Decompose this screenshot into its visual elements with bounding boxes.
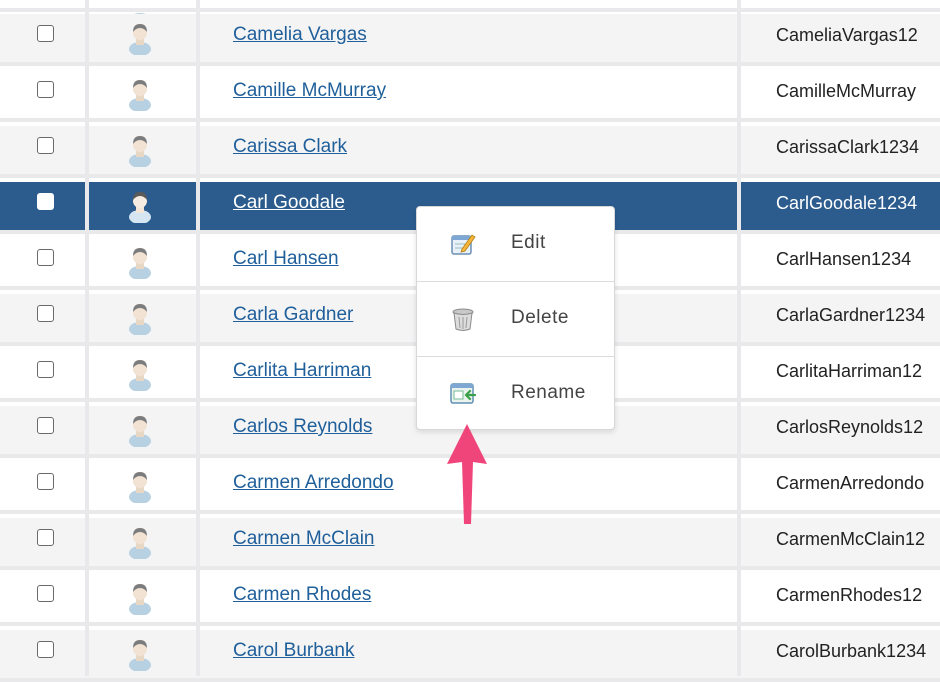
user-name-link[interactable]: Carmen McClain xyxy=(233,528,374,550)
user-avatar-icon xyxy=(129,472,151,503)
username-text: CarlaGardner1234 xyxy=(776,305,926,325)
user-name-link[interactable]: Carissa Clark xyxy=(233,136,347,158)
user-avatar-icon xyxy=(129,24,151,55)
context-menu: Edit Delete Rename xyxy=(416,206,615,430)
username-text: CarlHansen1234 xyxy=(776,249,912,269)
table-row[interactable]: Carol Burbank CarolBurbank1234 xyxy=(0,630,940,682)
row-checkbox[interactable] xyxy=(37,361,54,378)
username-text: CameliaVargas12 xyxy=(776,25,918,45)
user-avatar-icon xyxy=(129,304,151,335)
username-text: CarissaClark1234 xyxy=(776,137,920,157)
column-divider xyxy=(85,0,89,676)
trash-icon xyxy=(452,308,474,331)
table-row[interactable]: Camelia Vargas CameliaVargas12 xyxy=(0,14,940,66)
table-row[interactable] xyxy=(0,0,940,26)
column-divider xyxy=(737,0,741,676)
table-row[interactable]: Camille McMurray CamilleMcMurray xyxy=(0,70,940,122)
username-text: CarmenMcClain12 xyxy=(776,529,926,549)
column-divider xyxy=(196,0,200,676)
user-name-link[interactable]: Carl Hansen xyxy=(233,248,339,270)
user-name-link[interactable]: Carla Gardner xyxy=(233,304,353,326)
menu-item-label: Rename xyxy=(511,382,586,403)
menu-item-label: Delete xyxy=(511,307,569,328)
menu-item-label: Edit xyxy=(511,232,546,253)
row-checkbox[interactable] xyxy=(37,417,54,434)
row-checkbox[interactable] xyxy=(37,529,54,546)
user-name-link[interactable]: Camille McMurray xyxy=(233,80,386,102)
annotation-arrow-icon xyxy=(447,424,487,524)
user-name-link[interactable]: Carmen Rhodes xyxy=(233,584,371,606)
user-avatar-icon xyxy=(129,528,151,559)
menu-item-delete[interactable]: Delete xyxy=(417,281,614,356)
menu-item-edit[interactable]: Edit xyxy=(417,207,614,281)
username-text: CamilleMcMurray xyxy=(776,81,917,101)
username-text: CarmenArredondo xyxy=(776,473,925,493)
user-avatar-icon xyxy=(129,248,151,279)
row-checkbox[interactable] xyxy=(37,473,54,490)
user-avatar-icon xyxy=(129,192,151,223)
user-avatar-icon xyxy=(129,360,151,391)
row-checkbox[interactable] xyxy=(37,641,54,658)
username-text: CarolBurbank1234 xyxy=(776,641,927,661)
user-avatar-icon xyxy=(129,584,151,615)
row-checkbox[interactable] xyxy=(37,137,54,154)
row-checkbox[interactable] xyxy=(37,81,54,98)
user-avatar-icon xyxy=(129,80,151,111)
username-text: CarmenRhodes12 xyxy=(776,585,923,605)
edit-icon xyxy=(451,234,476,255)
row-checkbox[interactable] xyxy=(37,249,54,266)
user-avatar-icon xyxy=(129,416,151,447)
user-avatar-icon xyxy=(129,136,151,167)
username-text: CarlGoodale1234 xyxy=(776,193,918,213)
row-checkbox[interactable] xyxy=(37,193,54,210)
row-checkbox[interactable] xyxy=(37,305,54,322)
user-name-link[interactable]: Carlos Reynolds xyxy=(233,416,372,438)
username-text: CarlosReynolds12 xyxy=(776,417,924,437)
user-avatar-icon xyxy=(129,640,151,671)
user-name-link[interactable]: Carol Burbank xyxy=(233,640,354,662)
user-name-link[interactable]: Carlita Harriman xyxy=(233,360,371,382)
table-row[interactable]: Carissa Clark CarissaClark1234 xyxy=(0,126,940,178)
rename-icon xyxy=(450,383,476,404)
row-checkbox[interactable] xyxy=(37,585,54,602)
user-name-link[interactable]: Carl Goodale xyxy=(233,192,345,214)
user-name-link[interactable]: Carmen Arredondo xyxy=(233,472,394,494)
row-checkbox[interactable] xyxy=(37,25,54,42)
table-row[interactable]: Carmen Rhodes CarmenRhodes12 xyxy=(0,574,940,626)
username-text: CarlitaHarriman12 xyxy=(776,361,923,381)
user-name-link[interactable]: Camelia Vargas xyxy=(233,24,367,46)
